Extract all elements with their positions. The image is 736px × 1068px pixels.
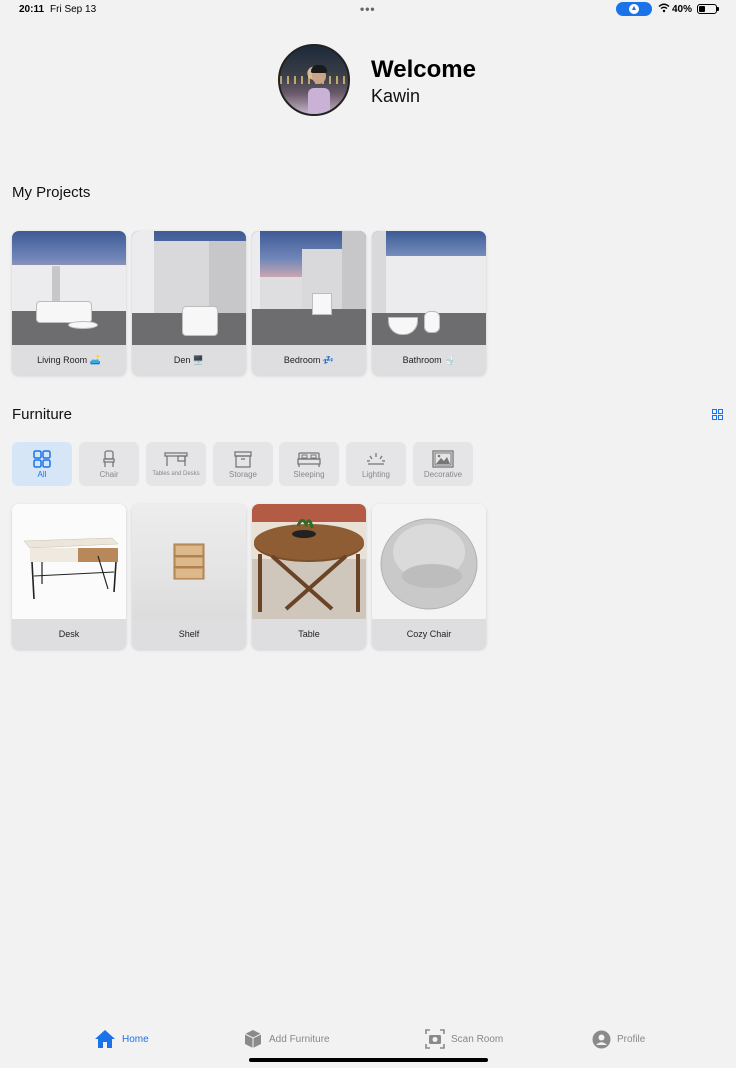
picture-icon xyxy=(432,450,454,468)
furniture-label: Desk xyxy=(58,629,80,639)
battery-icon xyxy=(697,4,719,14)
person-circle-icon xyxy=(592,1030,611,1048)
bed-icon xyxy=(297,452,321,467)
furniture-label: Cozy Chair xyxy=(406,629,452,639)
project-card-living-room[interactable]: Living Room 🛋️ xyxy=(12,231,126,375)
category-label: Sleeping xyxy=(293,470,325,479)
tab-label: Home xyxy=(122,1033,149,1045)
project-label: Den 🖥️ xyxy=(173,355,205,365)
status-time: 20:11 xyxy=(19,4,45,15)
home-indicator[interactable] xyxy=(249,1058,488,1062)
furniture-title: Furniture xyxy=(12,406,73,423)
welcome-heading: Welcome xyxy=(371,56,476,83)
username: Kawin xyxy=(371,86,421,106)
my-projects-title: My Projects xyxy=(12,184,91,201)
camera-scan-icon xyxy=(425,1029,445,1049)
tab-label: Scan Room xyxy=(451,1033,504,1045)
light-icon xyxy=(367,453,385,465)
category-chip-lighting[interactable]: Lighting xyxy=(346,442,406,486)
furniture-image xyxy=(12,504,126,619)
furniture-image xyxy=(252,504,366,619)
status-bar: 20:11 Fri Sep 13 ••• ▲ 40% xyxy=(0,0,736,18)
category-label: Chair xyxy=(99,470,119,479)
category-chip-decorative[interactable]: Decorative xyxy=(413,442,473,486)
furniture-label: Table xyxy=(298,629,320,639)
category-chip-chair[interactable]: Chair xyxy=(79,442,139,486)
project-label: Living Room 🛋️ xyxy=(37,355,101,365)
tab-home[interactable]: Home xyxy=(94,1028,149,1050)
project-thumbnail xyxy=(132,231,246,345)
battery-percent: 40% xyxy=(672,4,693,15)
project-label: Bedroom 💤 xyxy=(283,355,335,365)
category-label: Lighting xyxy=(361,470,391,479)
multitasking-dots-icon[interactable]: ••• xyxy=(360,2,376,16)
furniture-image xyxy=(372,504,486,619)
navigation-pill-icon[interactable]: ▲ xyxy=(616,2,652,16)
category-label: Decorative xyxy=(423,470,463,479)
desk-icon xyxy=(164,452,188,466)
furniture-card-table[interactable]: Table xyxy=(252,504,366,649)
category-label: Storage xyxy=(228,470,258,479)
furniture-card-desk[interactable]: Desk xyxy=(12,504,126,649)
category-chip-storage[interactable]: Storage xyxy=(213,442,273,486)
grid-icon xyxy=(33,450,51,468)
project-card-bedroom[interactable]: Bedroom 💤 xyxy=(252,231,366,375)
tab-label: Add Furniture xyxy=(269,1033,330,1045)
chair-icon xyxy=(103,450,115,467)
tab-label: Profile xyxy=(617,1033,646,1045)
tab-profile[interactable]: Profile xyxy=(592,1028,645,1050)
project-thumbnail xyxy=(252,231,366,345)
wifi-icon xyxy=(658,3,670,13)
status-date: Fri Sep 13 xyxy=(50,4,97,15)
category-chip-all[interactable]: All xyxy=(12,442,72,486)
avatar[interactable] xyxy=(278,44,350,116)
project-label: Bathroom 🚽 xyxy=(402,355,456,365)
cube-icon xyxy=(244,1030,262,1048)
category-chip-tables-and-desks[interactable]: Tables and Desks xyxy=(146,442,206,486)
tab-add-furniture[interactable]: Add Furniture xyxy=(243,1028,330,1050)
furniture-label: Shelf xyxy=(178,629,200,639)
furniture-card-cozy-chair[interactable]: Cozy Chair xyxy=(372,504,486,649)
project-thumbnail xyxy=(12,231,126,345)
house-icon xyxy=(95,1030,115,1048)
furniture-image xyxy=(132,504,246,619)
category-label: All xyxy=(37,470,47,479)
category-label: Tables and Desks xyxy=(152,471,200,477)
project-card-bathroom[interactable]: Bathroom 🚽 xyxy=(372,231,486,375)
project-card-den[interactable]: Den 🖥️ xyxy=(132,231,246,375)
furniture-card-shelf[interactable]: Shelf xyxy=(132,504,246,649)
category-chip-sleeping[interactable]: Sleeping xyxy=(279,442,339,486)
tab-scan-room[interactable]: Scan Room xyxy=(425,1028,503,1050)
project-thumbnail xyxy=(372,231,486,345)
storage-box-icon xyxy=(234,451,252,468)
grid-view-icon[interactable] xyxy=(712,409,723,420)
